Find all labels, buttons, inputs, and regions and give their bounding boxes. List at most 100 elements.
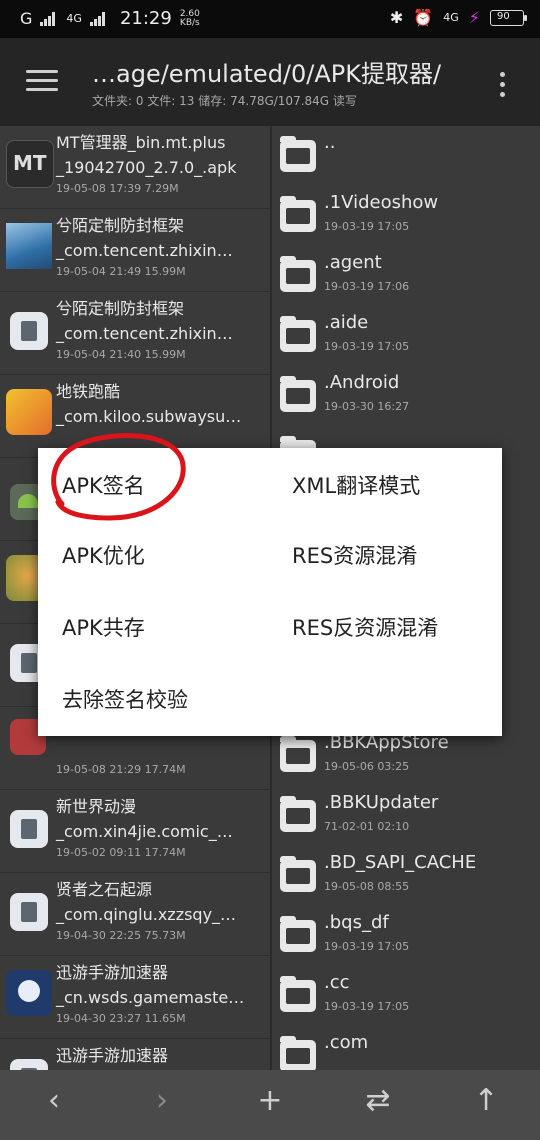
res-obfuscate-option[interactable]: RES资源混淆	[292, 540, 417, 570]
file-icon	[10, 312, 48, 350]
add-button[interactable]: +	[250, 1086, 290, 1116]
xunyou-app-icon	[6, 970, 52, 1016]
folder-icon	[280, 796, 316, 832]
file-meta: 19-05-04 21:49 15.99M	[56, 265, 186, 278]
file-row[interactable]: 迅游手游加速器 _cn.wsds.gamemaste… 19-04-30 23:2…	[0, 956, 270, 1039]
file-icon	[10, 810, 48, 848]
folder-meta: 19-03-19 17:05	[324, 1000, 410, 1013]
xml-translate-option[interactable]: XML翻译模式	[292, 470, 420, 500]
file-row[interactable]: 兮陌定制防封框架 _com.tencent.zhixin… 19-05-04 21…	[0, 292, 270, 375]
folder-row[interactable]: .cc 19-03-19 17:05	[272, 966, 540, 1026]
bluetooth-icon: ✱	[389, 8, 404, 27]
menu-icon[interactable]	[26, 70, 58, 92]
folder-name: .aide	[324, 312, 369, 333]
folder-icon	[280, 976, 316, 1012]
folder-icon	[280, 316, 316, 352]
folder-name: .agent	[324, 252, 382, 273]
file-meta: 19-05-08 21:29 17.74M	[56, 763, 186, 776]
signal-icon	[40, 11, 58, 26]
more-options-icon[interactable]	[500, 72, 506, 102]
net-speed: 2.60 KB/s	[179, 8, 200, 28]
apk-tools-menu: APK签名 XML翻译模式 APK优化 RES资源混淆 APK共存 RES反资源…	[38, 448, 502, 736]
alarm-icon: ⏰	[413, 8, 434, 27]
folder-meta: 19-05-06 03:25	[324, 760, 410, 773]
apk-sign-option[interactable]: APK签名	[62, 470, 145, 500]
folder-name: .com	[324, 1032, 369, 1053]
folder-name: .1Videoshow	[324, 192, 439, 213]
file-row[interactable]: 迅游手游加速器	[0, 1039, 270, 1070]
folder-row[interactable]: .BBKUpdater 71-02-01 02:10	[272, 786, 540, 846]
back-button[interactable]: ‹	[34, 1086, 74, 1116]
bottom-toolbar: ‹ › + ⇄ ↑	[0, 1070, 540, 1140]
file-row[interactable]: 兮陌定制防封框架 _com.tencent.zhixin… 19-05-04 21…	[0, 209, 270, 292]
storage-stats: 文件夹: 0 文件: 13 储存: 74.78G/107.84G 读写	[92, 94, 357, 108]
file-icon	[10, 1059, 48, 1070]
folder-icon	[280, 196, 316, 232]
apk-optimize-option[interactable]: APK优化	[62, 540, 145, 570]
file-name: 地铁跑酷 _com.kiloo.subwaysu…	[56, 382, 242, 426]
current-path[interactable]: …age/emulated/0/APK提取器/	[92, 54, 441, 89]
forward-button[interactable]: ›	[142, 1086, 182, 1116]
file-meta: 19-04-30 23:27 11.65M	[56, 1012, 186, 1025]
status-bar: G 4G 21:29 2.60 KB/s ✱ ⏰ 4G ⚡ 90	[0, 0, 540, 38]
folder-row[interactable]: .Android 19-03-30 16:27	[272, 366, 540, 426]
file-row[interactable]: 新世界动漫 _com.xin4jie.comic_… 19-05-02 09:11…	[0, 790, 270, 873]
folder-meta: 19-03-19 17:05	[324, 940, 410, 953]
mt-logo-icon: MT	[6, 140, 54, 188]
folder-meta: 19-05-08 08:55	[324, 880, 410, 893]
folder-icon	[280, 376, 316, 412]
folder-row[interactable]: ..	[272, 126, 540, 186]
swap-panes-button[interactable]: ⇄	[358, 1086, 398, 1116]
file-meta: 19-04-30 22:25 75.73M	[56, 929, 186, 942]
file-row[interactable]: MT MT管理器_bin.mt.plus _19042700_2.7.0_.apk…	[0, 126, 270, 209]
folder-icon	[280, 916, 316, 952]
file-name: 新世界动漫 _com.xin4jie.comic_…	[56, 797, 233, 841]
folder-icon	[280, 1036, 316, 1070]
folder-icon	[280, 136, 316, 172]
folder-icon	[280, 736, 316, 772]
file-row[interactable]: 贤者之石起源 _com.qinglu.xzzsqy_… 19-04-30 22:2…	[0, 873, 270, 956]
carrier-label-2: 4G	[66, 12, 82, 25]
folder-name: .Android	[324, 372, 400, 393]
folder-meta: 19-03-19 17:05	[324, 220, 410, 233]
folder-meta: 19-03-19 17:05	[324, 340, 410, 353]
subway-game-icon	[6, 389, 52, 435]
folder-name: ..	[324, 132, 336, 153]
network-type: 4G	[443, 11, 459, 24]
file-icon	[10, 893, 48, 931]
res-deobfuscate-option[interactable]: RES反资源混淆	[292, 612, 438, 642]
signal-icon-2	[89, 11, 108, 26]
up-directory-button[interactable]: ↑	[466, 1086, 506, 1116]
folder-row[interactable]: .com	[272, 1026, 540, 1070]
file-name: MT管理器_bin.mt.plus _19042700_2.7.0_.apk	[56, 133, 237, 177]
folder-name: .BD_SAPI_CACHE	[324, 852, 477, 873]
folder-row[interactable]: .bqs_df 19-03-19 17:05	[272, 906, 540, 966]
folder-meta: 19-03-30 16:27	[324, 400, 410, 413]
folder-row[interactable]: .BD_SAPI_CACHE 19-05-08 08:55	[272, 846, 540, 906]
folder-row[interactable]: .agent 19-03-19 17:06	[272, 246, 540, 306]
folder-row[interactable]: .aide 19-03-19 17:05	[272, 306, 540, 366]
file-row[interactable]: 地铁跑酷 _com.kiloo.subwaysu…	[0, 375, 270, 458]
folder-name: .bqs_df	[324, 912, 389, 933]
remove-sign-check-option[interactable]: 去除签名校验	[62, 684, 188, 714]
file-name: 贤者之石起源 _com.qinglu.xzzsqy_…	[56, 880, 237, 924]
folder-icon	[280, 856, 316, 892]
status-time: 21:29	[119, 8, 172, 29]
file-meta: 19-05-04 21:40 15.99M	[56, 348, 186, 361]
file-name: 兮陌定制防封框架 _com.tencent.zhixin…	[56, 299, 233, 343]
apk-coexist-option[interactable]: APK共存	[62, 612, 145, 642]
folder-icon	[280, 256, 316, 292]
folder-name: .BBKUpdater	[324, 792, 439, 813]
carrier-label-1: G	[20, 9, 33, 28]
file-name: 迅游手游加速器 _cn.wsds.gamemaste…	[56, 963, 245, 1007]
file-meta: 19-05-08 17:39 7.29M	[56, 182, 179, 195]
folder-row[interactable]: .1Videoshow 19-03-19 17:05	[272, 186, 540, 246]
file-name: 迅游手游加速器	[56, 1046, 169, 1065]
app-toolbar: …age/emulated/0/APK提取器/ 文件夹: 0 文件: 13 储存…	[0, 38, 540, 126]
battery-icon: 90	[490, 9, 527, 26]
charging-icon: ⚡	[468, 8, 480, 27]
app-photo-icon	[6, 223, 52, 269]
folder-name: .cc	[324, 972, 350, 993]
file-meta: 19-05-02 09:11 17.74M	[56, 846, 186, 859]
folder-meta: 19-03-19 17:06	[324, 280, 410, 293]
